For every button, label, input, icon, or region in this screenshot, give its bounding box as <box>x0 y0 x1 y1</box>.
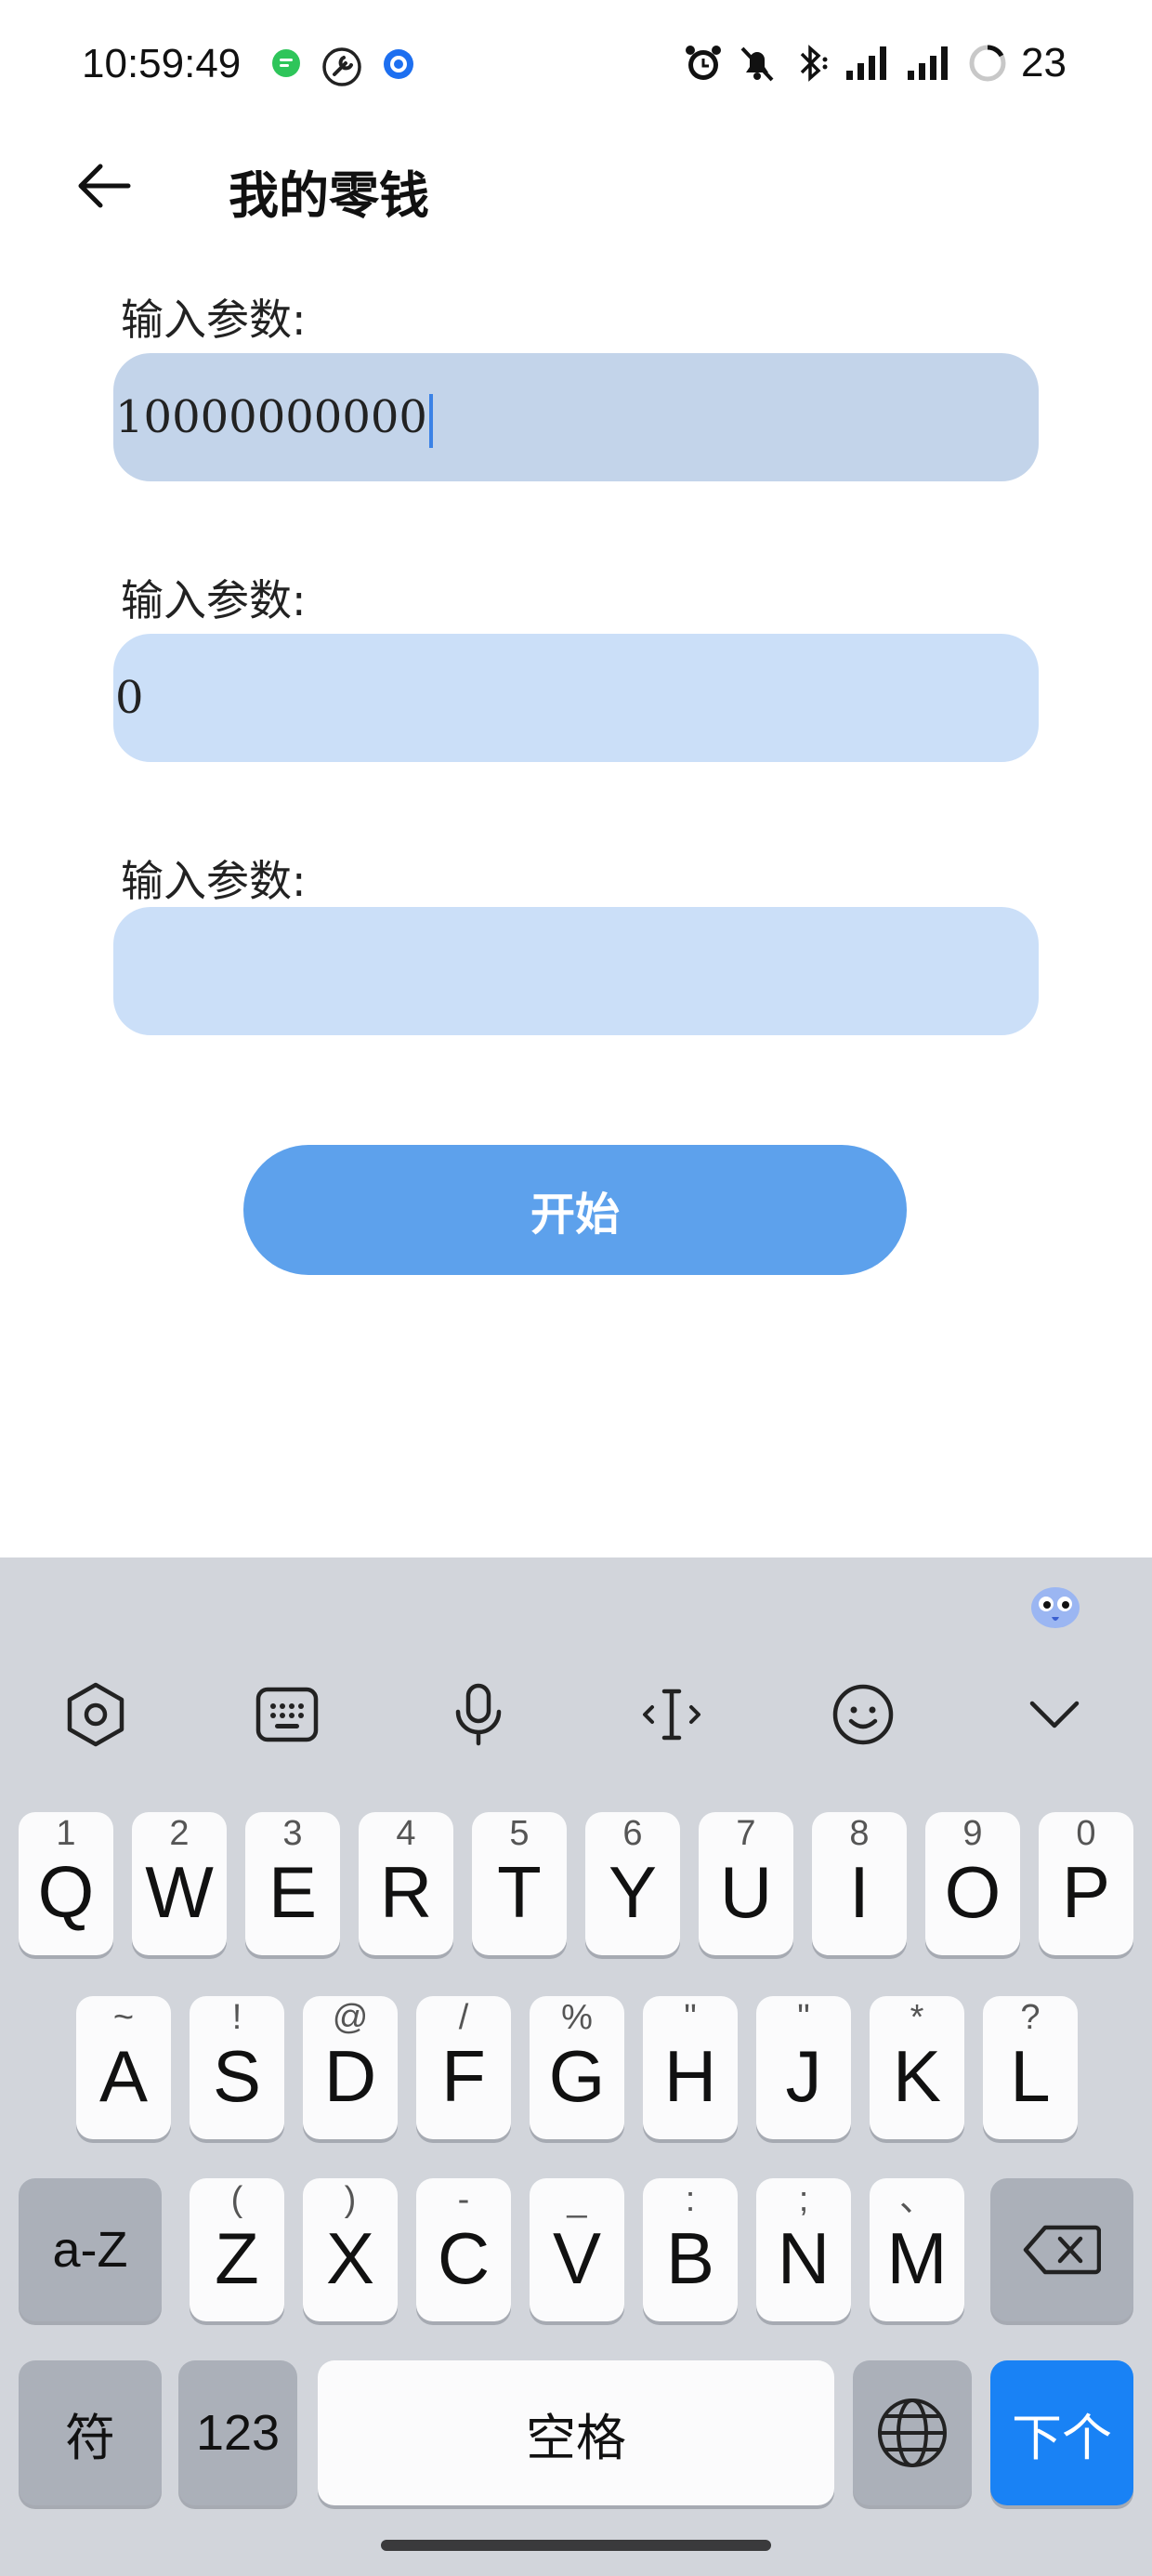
text-cursor-icon <box>643 1689 700 1741</box>
chevron-down-icon <box>1029 1701 1080 1728</box>
cursor-control-button[interactable] <box>630 1673 713 1756</box>
field-label-1: 输入参数: <box>121 295 307 345</box>
text-caret <box>428 393 433 448</box>
hexagon-settings-icon <box>67 1682 124 1747</box>
key-z[interactable]: (Z <box>190 2178 284 2321</box>
param-input-3[interactable] <box>113 907 1039 1035</box>
key-b[interactable]: :B <box>643 2178 738 2321</box>
smiley-icon <box>832 1684 894 1745</box>
bluetooth-icon <box>800 45 828 82</box>
language-key[interactable] <box>853 2360 972 2505</box>
key-h[interactable]: " H <box>643 1996 738 2139</box>
key-m[interactable]: 、 M <box>870 2178 964 2321</box>
key-n[interactable]: ; N <box>756 2178 851 2321</box>
backspace-key[interactable] <box>990 2178 1133 2321</box>
space-key[interactable]: 空格 <box>318 2360 834 2505</box>
status-bar: 10:59:49 23 <box>0 0 1152 139</box>
key-k[interactable]: * K <box>870 1996 964 2139</box>
key-j[interactable]: " J <box>756 1996 851 2139</box>
param-input-2-value: 0 <box>115 672 144 724</box>
key-q[interactable]: 1Q <box>19 1812 113 1955</box>
key-p[interactable]: 0P <box>1039 1812 1133 1955</box>
backspace-icon <box>1023 2225 1101 2275</box>
alarm-icon <box>686 46 722 80</box>
home-indicator[interactable] <box>381 2540 771 2551</box>
keyboard-settings-button[interactable] <box>54 1673 137 1756</box>
back-button[interactable] <box>67 149 141 223</box>
key-d[interactable]: @ D <box>303 1996 398 2139</box>
key-e[interactable]: 3E <box>245 1812 340 1955</box>
key-r[interactable]: 4R <box>359 1812 453 1955</box>
field-label-3: 输入参数: <box>121 856 307 906</box>
key-a[interactable]: ~ A <box>76 1996 171 2139</box>
hide-keyboard-button[interactable] <box>1013 1673 1096 1756</box>
message-app-icon <box>272 49 300 77</box>
key-x[interactable]: ) X <box>303 2178 398 2321</box>
numbers-key[interactable]: 123 <box>178 2360 297 2505</box>
param-input-1-value: 10000000000 <box>115 353 433 481</box>
globe-icon <box>878 2399 947 2467</box>
param-input-1[interactable]: 10000000000 <box>113 353 1039 481</box>
key-u[interactable]: 7U <box>699 1812 793 1955</box>
key-y[interactable]: 6Y <box>585 1812 680 1955</box>
keyboard-layout-button[interactable] <box>245 1673 329 1756</box>
key-i[interactable]: 8I <box>812 1812 907 1955</box>
microphone-icon <box>455 1683 502 1746</box>
key-v[interactable]: _ V <box>530 2178 624 2321</box>
mute-bell-icon <box>740 46 774 82</box>
key-o[interactable]: 9O <box>925 1812 1020 1955</box>
wrench-icon <box>322 47 361 86</box>
symbol-key[interactable]: 符 <box>19 2360 162 2505</box>
battery-ring-icon <box>969 45 1006 82</box>
key-c[interactable]: -C <box>416 2178 511 2321</box>
key-s[interactable]: ! S <box>190 1996 284 2139</box>
signal-icon <box>846 46 887 80</box>
back-arrow-icon <box>78 164 131 208</box>
keyboard-toolbar <box>0 1673 1152 1756</box>
key-l[interactable]: ? L <box>983 1996 1078 2139</box>
case-toggle-key[interactable]: a-Z <box>19 2178 162 2321</box>
keyboard-mascot-icon[interactable] <box>1028 1580 1083 1632</box>
key-w[interactable]: 2W <box>132 1812 227 1955</box>
emoji-button[interactable] <box>821 1673 905 1756</box>
status-time: 10:59:49 <box>82 41 242 86</box>
key-g[interactable]: % G <box>530 1996 624 2139</box>
field-label-2: 输入参数: <box>121 575 307 625</box>
key-t[interactable]: 5T <box>472 1812 567 1955</box>
voice-input-button[interactable] <box>437 1673 520 1756</box>
param-input-2[interactable]: 0 <box>113 634 1039 762</box>
next-key[interactable]: 下个 <box>990 2360 1133 2505</box>
battery-level: 23 <box>1021 40 1067 85</box>
start-button[interactable]: 开始 <box>243 1145 907 1275</box>
page-title: 我的零钱 <box>229 166 429 225</box>
notification-app-icon <box>384 49 413 79</box>
signal-icon <box>908 46 949 80</box>
status-right-group: 23 <box>683 37 1067 89</box>
key-f[interactable]: / F <box>416 1996 511 2139</box>
keyboard-icon <box>255 1687 319 1742</box>
